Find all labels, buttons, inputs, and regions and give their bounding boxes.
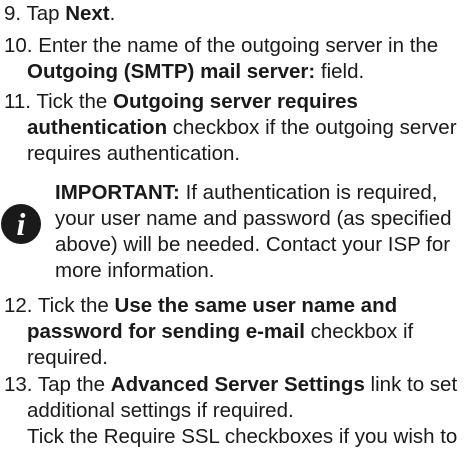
step-number: 10. — [4, 34, 33, 57]
step-text: . — [109, 2, 116, 25]
step-text: Tap the — [37, 373, 111, 396]
note-text: IMPORTANT: If authentication is required… — [55, 180, 474, 284]
step-bold-text: Next — [65, 2, 110, 25]
step-11: 11. Tick the Outgoing server requires au… — [4, 89, 474, 167]
step-9: 9. Tap Next. — [4, 1, 474, 27]
step-bold-text: password for sending e-mail — [27, 320, 305, 343]
step-10: 10. Enter the name of the outgoing serve… — [4, 33, 474, 85]
step-number: 9. — [4, 2, 22, 25]
step-text: additional settings if required. — [27, 399, 294, 422]
step-bold-text: Advanced Server Settings — [110, 373, 365, 396]
step-text: Tick the — [37, 294, 115, 317]
step-bold-text: Outgoing server requires — [113, 90, 358, 113]
step-text: link to set — [364, 373, 458, 396]
svg-text:i: i — [17, 206, 26, 242]
step-text: Enter the name of the outgoing server in… — [38, 34, 439, 57]
step-text: requires authentication. — [27, 142, 241, 165]
step-text: Tap — [26, 2, 66, 25]
note-label: IMPORTANT: — [55, 181, 180, 204]
step-13: 13. Tap the Advanced Server Settings lin… — [4, 372, 474, 450]
step-bold-text: authentication — [27, 116, 168, 139]
step-12: 12. Tick the Use the same user name and … — [4, 293, 474, 371]
step-text: field. — [315, 60, 365, 83]
manual-page: 9. Tap Next. 10. Enter the name of the o… — [0, 0, 474, 449]
step-text: Tick the — [36, 90, 114, 113]
step-bold-text: Use the same user name and — [114, 294, 398, 317]
step-bold-text: Outgoing (SMTP) mail server: — [27, 60, 316, 83]
step-number: 12. — [4, 294, 33, 317]
step-number: 13. — [4, 373, 33, 396]
step-text: required. — [27, 346, 108, 369]
note-line: your user name and password (as specifie… — [55, 207, 452, 230]
info-icon: i — [1, 204, 41, 244]
note-line: above) will be needed. Contact your ISP … — [55, 233, 451, 256]
step-number: 11. — [4, 90, 31, 113]
step-text: checkbox if — [304, 320, 414, 343]
step-text: checkbox if the outgoing server — [167, 116, 457, 139]
step-text: Tick the Require SSL checkboxes if you w… — [27, 425, 458, 448]
note-line: If authentication is required, — [179, 181, 438, 204]
note-line: more information. — [55, 259, 215, 282]
